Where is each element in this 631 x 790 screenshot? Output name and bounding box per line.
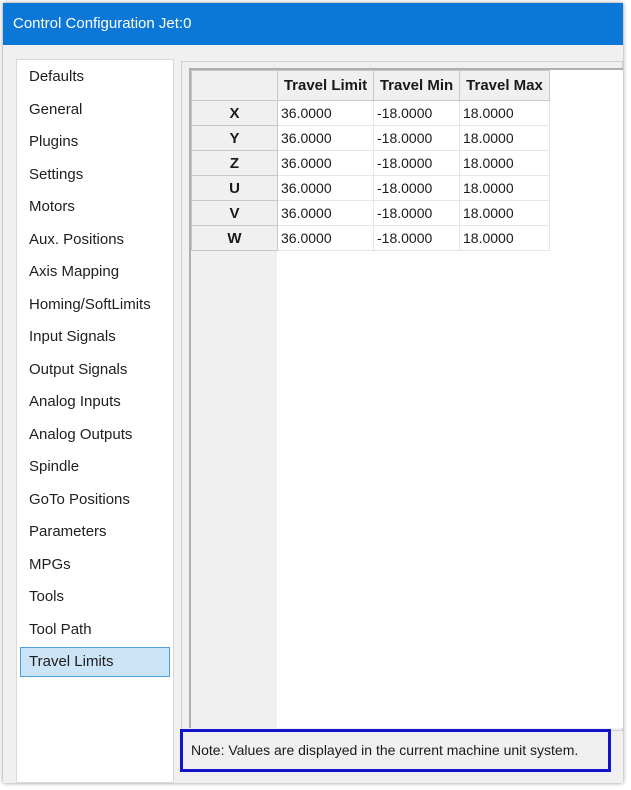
nav-item-homing-softlimits[interactable]: Homing/SoftLimits [20, 290, 170, 320]
nav-item-tools[interactable]: Tools [20, 582, 170, 612]
cell-travel-max[interactable]: 18.0000 [459, 150, 550, 176]
cell-travel-min[interactable]: -18.0000 [373, 100, 460, 126]
table-row: U 36.0000 -18.0000 18.0000 [191, 175, 550, 201]
column-header-travel-min[interactable]: Travel Min [373, 70, 460, 101]
nav-item-motors[interactable]: Motors [20, 192, 170, 222]
nav-item-parameters[interactable]: Parameters [20, 517, 170, 547]
travel-limits-table: Travel Limit Travel Min Travel Max X 36.… [191, 70, 550, 251]
row-header-x[interactable]: X [191, 100, 278, 126]
cell-travel-max[interactable]: 18.0000 [459, 100, 550, 126]
nav-item-output-signals[interactable]: Output Signals [20, 355, 170, 385]
row-header-u[interactable]: U [191, 175, 278, 201]
table-row: W 36.0000 -18.0000 18.0000 [191, 225, 550, 251]
row-header-y[interactable]: Y [191, 125, 278, 151]
nav-item-analog-outputs[interactable]: Analog Outputs [20, 420, 170, 450]
cell-travel-limit[interactable]: 36.0000 [277, 125, 374, 151]
config-nav-list[interactable]: Defaults General Plugins Settings Motors… [16, 59, 174, 783]
row-header-z[interactable]: Z [191, 150, 278, 176]
nav-item-travel-limits[interactable]: Travel Limits [20, 647, 170, 677]
cell-travel-min[interactable]: -18.0000 [373, 125, 460, 151]
table-row: Y 36.0000 -18.0000 18.0000 [191, 125, 550, 151]
nav-item-defaults[interactable]: Defaults [20, 62, 170, 92]
nav-item-general[interactable]: General [20, 95, 170, 125]
column-header-travel-max[interactable]: Travel Max [459, 70, 550, 101]
window-title: Control Configuration Jet:0 [13, 15, 192, 32]
cell-travel-min[interactable]: -18.0000 [373, 200, 460, 226]
travel-limits-grid[interactable]: Travel Limit Travel Min Travel Max X 36.… [189, 68, 623, 730]
note-text: Note: Values are displayed in the curren… [191, 742, 579, 758]
nav-item-mpgs[interactable]: MPGs [20, 550, 170, 580]
nav-item-axis-mapping[interactable]: Axis Mapping [20, 257, 170, 287]
config-window: Control Configuration Jet:0 Defaults Gen… [3, 3, 623, 783]
cell-travel-limit[interactable]: 36.0000 [277, 100, 374, 126]
nav-item-plugins[interactable]: Plugins [20, 127, 170, 157]
cell-travel-min[interactable]: -18.0000 [373, 225, 460, 251]
row-header-w[interactable]: W [191, 225, 278, 251]
unit-system-note: Note: Values are displayed in the curren… [180, 729, 611, 772]
nav-item-spindle[interactable]: Spindle [20, 452, 170, 482]
cell-travel-max[interactable]: 18.0000 [459, 125, 550, 151]
nav-item-settings[interactable]: Settings [20, 160, 170, 190]
header-row: Travel Limit Travel Min Travel Max [191, 70, 550, 101]
cell-travel-max[interactable]: 18.0000 [459, 225, 550, 251]
cell-travel-min[interactable]: -18.0000 [373, 150, 460, 176]
nav-item-goto-positions[interactable]: GoTo Positions [20, 485, 170, 515]
table-row: V 36.0000 -18.0000 18.0000 [191, 200, 550, 226]
table-row: Z 36.0000 -18.0000 18.0000 [191, 150, 550, 176]
cell-travel-min[interactable]: -18.0000 [373, 175, 460, 201]
table-row: X 36.0000 -18.0000 18.0000 [191, 100, 550, 126]
cell-travel-max[interactable]: 18.0000 [459, 175, 550, 201]
cell-travel-limit[interactable]: 36.0000 [277, 225, 374, 251]
cell-travel-limit[interactable]: 36.0000 [277, 200, 374, 226]
window-titlebar[interactable]: Control Configuration Jet:0 [3, 3, 623, 45]
nav-item-input-signals[interactable]: Input Signals [20, 322, 170, 352]
nav-item-tool-path[interactable]: Tool Path [20, 615, 170, 645]
column-header-travel-limit[interactable]: Travel Limit [277, 70, 374, 101]
nav-item-aux-positions[interactable]: Aux. Positions [20, 225, 170, 255]
grid-corner-cell[interactable] [191, 70, 278, 101]
nav-item-analog-inputs[interactable]: Analog Inputs [20, 387, 170, 417]
cell-travel-limit[interactable]: 36.0000 [277, 175, 374, 201]
cell-travel-max[interactable]: 18.0000 [459, 200, 550, 226]
cell-travel-limit[interactable]: 36.0000 [277, 150, 374, 176]
row-header-v[interactable]: V [191, 200, 278, 226]
